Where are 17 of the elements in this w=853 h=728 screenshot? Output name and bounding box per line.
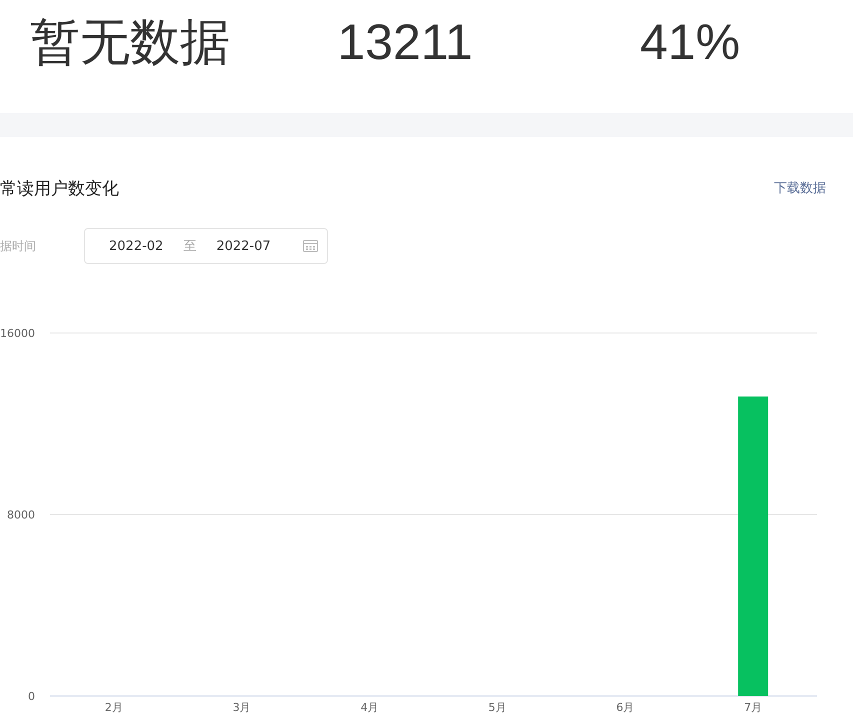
date-label: 据时间 xyxy=(0,238,37,254)
x-axis-label: 7月 xyxy=(744,701,762,714)
stat-value: 41% xyxy=(640,13,740,72)
stat-value: 13211 xyxy=(337,13,473,72)
x-axis-label: 2月 xyxy=(104,701,123,714)
panel-title: 常读用户数变化 xyxy=(0,178,119,200)
calendar-icon xyxy=(303,240,318,252)
x-axis-label: 5月 xyxy=(488,701,506,714)
y-axis-label: 16000 xyxy=(0,327,35,340)
y-axis-label: 0 xyxy=(28,690,35,703)
stat-value: 暂无数据 xyxy=(30,13,230,72)
x-axis-label: 6月 xyxy=(616,701,634,714)
x-axis-label: 4月 xyxy=(360,701,379,714)
download-link[interactable]: 下载数据 xyxy=(774,179,826,197)
x-axis-label: 3月 xyxy=(232,701,251,714)
date-range-picker[interactable]: 2022-02 至 2022-07 xyxy=(84,228,328,264)
y-axis-label: 8000 xyxy=(7,508,35,522)
